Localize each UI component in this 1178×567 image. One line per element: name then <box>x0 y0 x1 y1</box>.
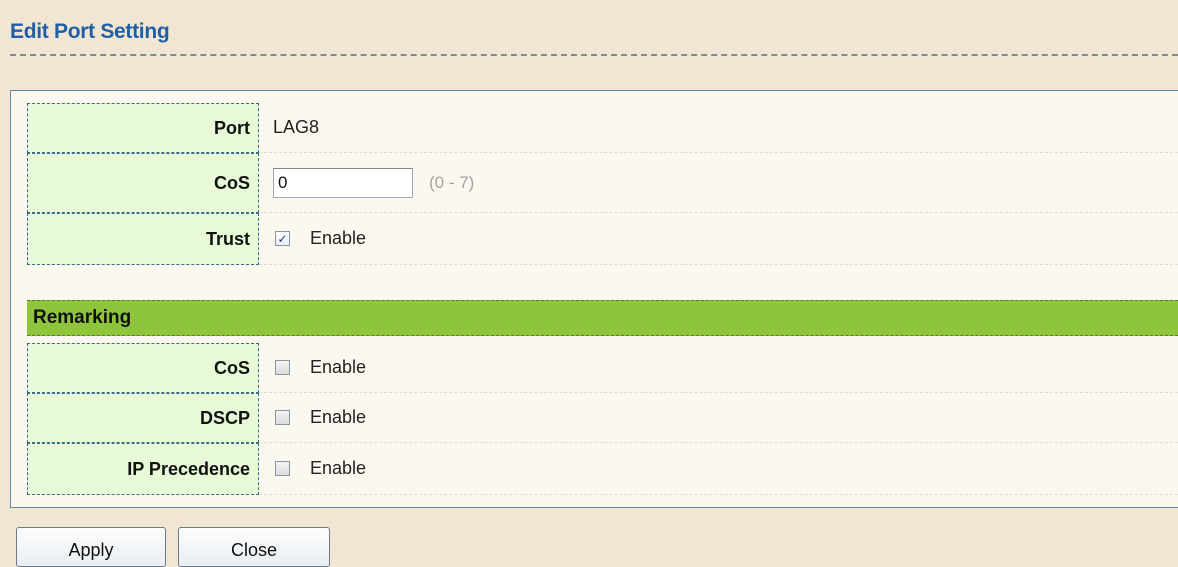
remark-ip-precedence-row: IP Precedence Enable <box>11 443 1178 495</box>
port-row: Port LAG8 <box>11 103 1178 153</box>
cos-row: CoS (0 - 7) <box>11 153 1178 213</box>
trust-value-cell: ✓ Enable <box>259 213 1178 265</box>
remark-dscp-checkbox-label: Enable <box>310 407 367 427</box>
remark-dscp-value-cell: Enable <box>259 393 1178 443</box>
cos-value-cell: (0 - 7) <box>259 153 1178 213</box>
port-value-cell: LAG8 <box>259 103 1178 153</box>
port-label: Port <box>27 103 259 153</box>
trust-checkbox-label: Enable <box>310 228 367 248</box>
trust-checkbox[interactable]: ✓ <box>275 231 290 246</box>
remark-cos-value-cell: Enable <box>259 343 1178 393</box>
remark-dscp-row: DSCP Enable <box>11 393 1178 443</box>
remark-cos-checkbox-label: Enable <box>310 357 367 377</box>
remark-dscp-checkbox[interactable] <box>275 410 290 425</box>
remark-cos-checkbox[interactable] <box>275 360 290 375</box>
trust-label: Trust <box>27 213 259 265</box>
remarking-section-header: Remarking <box>27 300 1178 336</box>
trust-row: Trust ✓ Enable <box>11 213 1178 265</box>
remark-ip-precedence-label: IP Precedence <box>27 443 259 495</box>
remark-cos-label: CoS <box>27 343 259 393</box>
check-icon: ✓ <box>277 231 288 246</box>
remark-dscp-label: DSCP <box>27 393 259 443</box>
remark-ip-precedence-value-cell: Enable <box>259 443 1178 495</box>
cos-input[interactable] <box>273 167 413 198</box>
remark-cos-row: CoS Enable <box>11 343 1178 393</box>
page-title: Edit Port Setting <box>10 20 170 43</box>
cos-label: CoS <box>27 153 259 213</box>
cos-range-hint: (0 - 7) <box>429 172 475 192</box>
apply-button[interactable]: Apply <box>16 527 166 567</box>
port-value: LAG8 <box>273 117 320 137</box>
remark-ip-precedence-checkbox-label: Enable <box>310 458 367 478</box>
remark-ip-precedence-checkbox[interactable] <box>275 461 290 476</box>
close-button[interactable]: Close <box>178 527 330 567</box>
title-divider <box>10 54 1178 56</box>
remarking-section-title: Remarking <box>33 307 132 328</box>
settings-panel: Port LAG8 CoS (0 - 7) Trust ✓ Enable Rem… <box>10 90 1178 508</box>
